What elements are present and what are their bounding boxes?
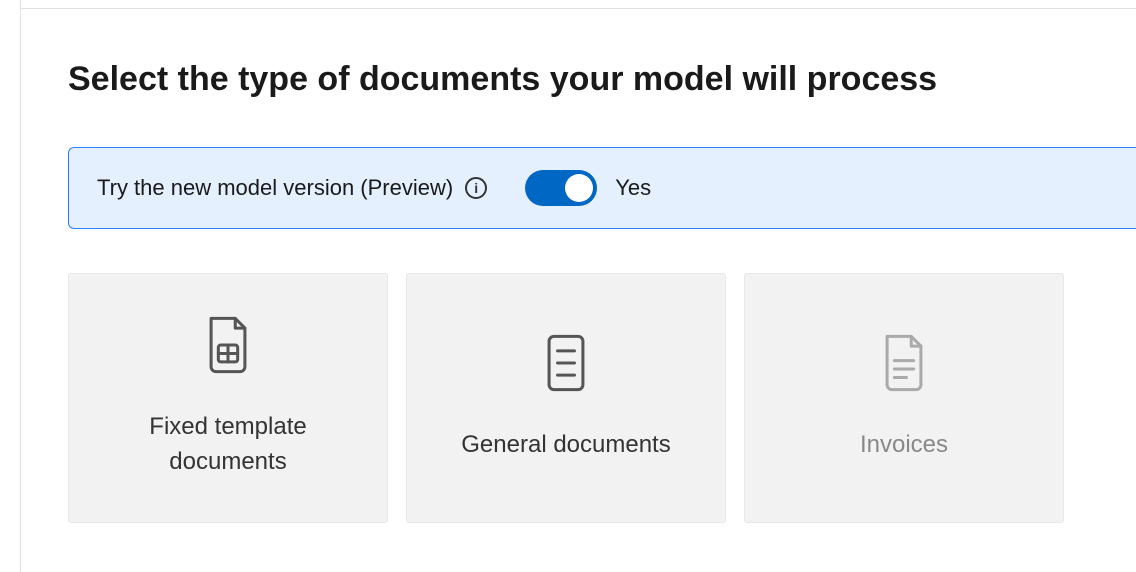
panel-top-divider	[20, 8, 1136, 9]
fixed-template-document-icon	[203, 316, 253, 374]
card-invoices[interactable]: Invoices	[744, 273, 1064, 523]
card-fixed-template-documents[interactable]: Fixed template documents	[68, 273, 388, 523]
card-label: Fixed template documents	[89, 410, 367, 480]
info-icon[interactable]: i	[465, 177, 487, 199]
invoice-document-icon	[879, 334, 929, 392]
page-title: Select the type of documents your model …	[68, 60, 1136, 99]
card-general-documents[interactable]: General documents	[406, 273, 726, 523]
preview-toggle-state: Yes	[615, 175, 651, 201]
document-type-cards: Fixed template documents General documen…	[68, 273, 1136, 523]
preview-banner: Try the new model version (Preview) i Ye…	[68, 147, 1136, 229]
preview-banner-label: Try the new model version (Preview)	[97, 175, 453, 201]
toggle-thumb	[565, 174, 593, 202]
card-label: Invoices	[860, 428, 948, 463]
card-label: General documents	[461, 428, 670, 463]
general-document-icon	[541, 334, 591, 392]
panel-left-divider	[20, 0, 21, 572]
preview-toggle[interactable]	[525, 170, 597, 206]
